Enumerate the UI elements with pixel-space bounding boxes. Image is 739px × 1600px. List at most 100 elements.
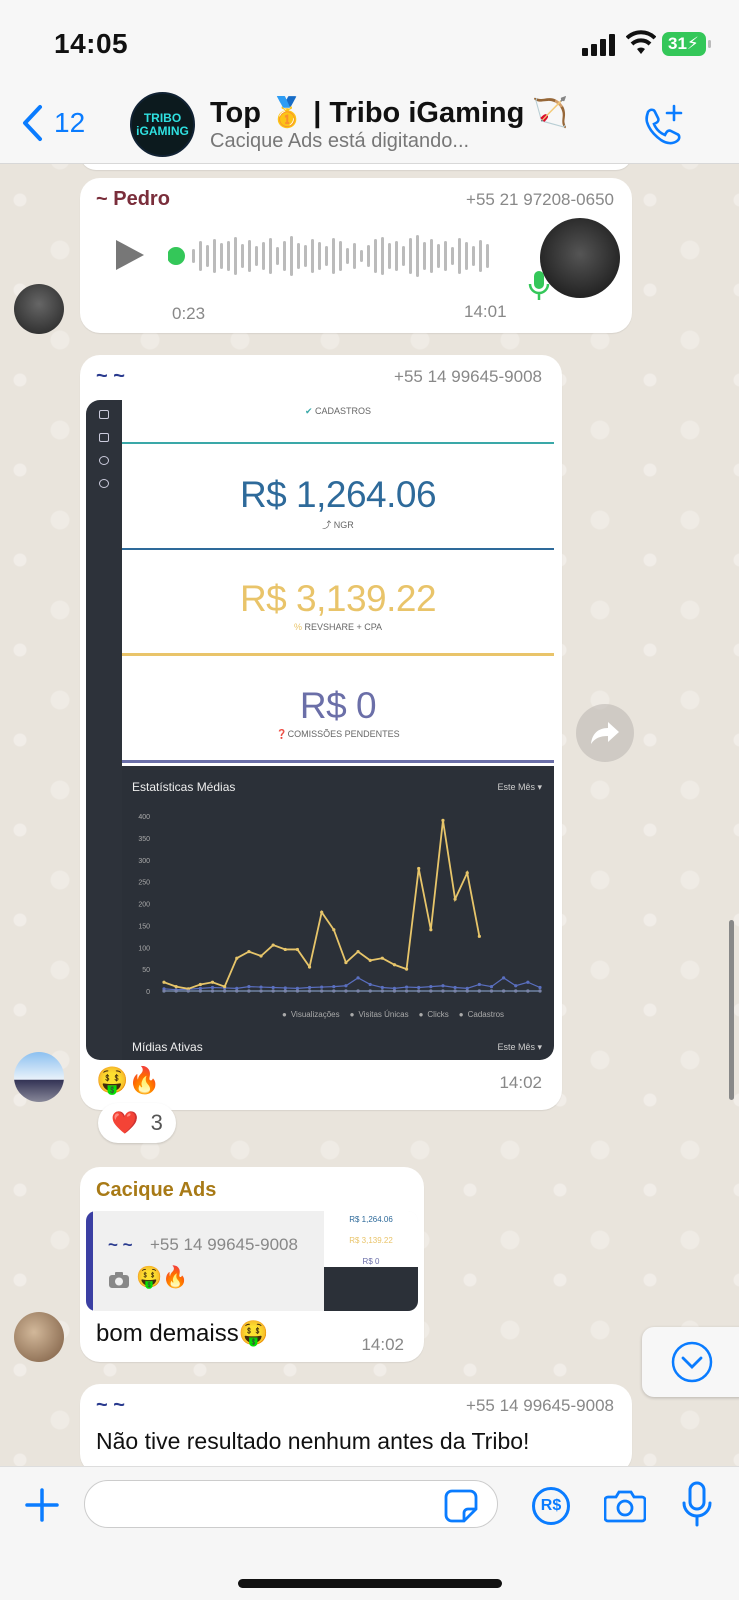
thumb-chart [324,1267,418,1311]
midias-dropdown[interactable]: Este Mês ▾ [497,1042,542,1053]
y-tick-label: 50 [142,967,150,974]
waveform-bar [374,239,377,273]
quote-phone: +55 14 99645-9008 [150,1235,298,1254]
cadastros-panel: ✔ CADASTROS [122,400,554,444]
y-tick-label: 400 [138,814,150,821]
series-line-visitasnicas [163,977,541,991]
chevron-down-circle-icon [671,1341,713,1383]
waveform-bar [297,243,300,269]
data-point [259,954,263,958]
data-point [271,943,275,947]
data-point [392,989,397,993]
data-point [307,985,312,990]
group-avatar[interactable]: TRIBO iGAMING [130,92,195,157]
quoted-message[interactable]: ~ ~ +55 14 99645-9008 🤑🔥 R$ 1,264.06 R$ … [86,1211,418,1311]
data-point [247,950,251,954]
play-icon[interactable] [114,238,146,272]
sender-avatar-tilde[interactable] [14,1052,64,1102]
data-point [441,984,445,988]
waveform-bar [311,239,314,273]
text-message-bubble[interactable]: ~ ~ +55 14 99645-9008 Não tive resultado… [80,1384,632,1474]
data-point [320,910,324,914]
back-button[interactable]: 12 [20,104,85,142]
y-tick-label: 150 [138,923,150,930]
data-point [295,989,300,993]
reaction-badge[interactable]: ❤️ 3 [98,1103,176,1143]
midias-period-label: Este Mês [497,1042,535,1052]
data-point [502,976,506,980]
message-input[interactable] [84,1480,498,1528]
scroll-to-bottom-button[interactable] [642,1327,739,1397]
waveform-bar [353,243,356,269]
waveform-bar [248,240,251,272]
sender-phone: +55 14 99645-9008 [466,1396,614,1415]
playback-position-dot[interactable] [168,247,185,265]
group-avatar-logo: TRIBO iGAMING [136,110,189,138]
period-dropdown[interactable]: Este Mês ▾ [497,782,542,793]
data-point [526,980,530,984]
voice-waveform[interactable] [168,228,498,284]
monitor-icon [99,433,109,442]
payment-icon[interactable]: R$ [532,1487,570,1525]
waveform-bar [241,244,244,268]
cadastros-label: CADASTROS [315,406,372,416]
data-point [477,989,481,993]
scrollbar[interactable] [729,920,734,1100]
waveform-bar [227,241,230,271]
data-point [332,985,336,989]
data-point [477,982,481,987]
y-tick-label: 0 [146,989,150,996]
data-point [332,928,336,932]
sticker-icon[interactable] [444,1489,478,1523]
sender-avatar-cacique[interactable] [14,1312,64,1362]
question-icon: ❓ [276,729,288,739]
mail-icon [99,410,109,419]
waveform-bar [409,238,412,274]
data-point [417,985,421,990]
add-call-icon[interactable] [640,102,686,148]
voice-duration: 0:23 [172,304,206,323]
microphone-button-icon[interactable] [682,1481,712,1527]
reaction-count: 3 [150,1110,163,1135]
sender-avatar-pedro[interactable] [14,284,64,334]
chevron-left-icon [23,105,42,141]
group-title[interactable]: Top 🥇 | Tribo iGaming 🏹 [210,96,569,130]
data-point [453,897,457,901]
sender-name[interactable]: ~ Pedro [96,188,170,211]
data-point [210,985,215,990]
period-label: Este Mês [497,782,535,792]
sender-name[interactable]: ~ ~ [96,365,125,388]
voice-sender-avatar [540,218,620,298]
dashboard-sidebar [86,400,122,1060]
plus-icon[interactable] [24,1487,60,1523]
sender-name[interactable]: Cacique Ads [96,1179,216,1202]
waveform-bar [304,245,307,267]
sender-name[interactable]: ~ ~ [96,1394,125,1417]
data-point [538,989,542,993]
y-tick-label: 200 [138,902,150,909]
data-point [356,976,360,980]
data-point [380,989,384,993]
waveform-bar [395,241,398,271]
data-point [477,934,481,938]
data-point [198,989,202,993]
data-point [307,965,312,969]
heart-reaction-icon: ❤️ [111,1110,139,1135]
forward-button[interactable] [576,704,634,762]
data-point [247,985,251,989]
waveform-bar [283,241,286,271]
data-point [514,984,518,988]
data-point [453,989,457,993]
waveform-bar [206,245,209,267]
voice-message-bubble[interactable]: ~ Pedro +55 21 97208-0650 0:23 14:01 [80,178,632,333]
waveform-bar [444,241,447,271]
camera-button-icon[interactable] [604,1489,646,1523]
waveform-bar [332,238,335,274]
waveform-bar [269,238,272,274]
waveform-bar [430,239,433,273]
dashboard-screenshot[interactable]: ✔ CADASTROS R$ 1,264.06 ⤴ NGR R$ 3,139.2… [86,400,554,1060]
y-tick-label: 250 [138,880,150,887]
legend-visualizacoes: Visualizações [282,1010,340,1019]
typing-status: Cacique Ads está digitando... [210,130,470,152]
waveform-bar [381,237,384,275]
